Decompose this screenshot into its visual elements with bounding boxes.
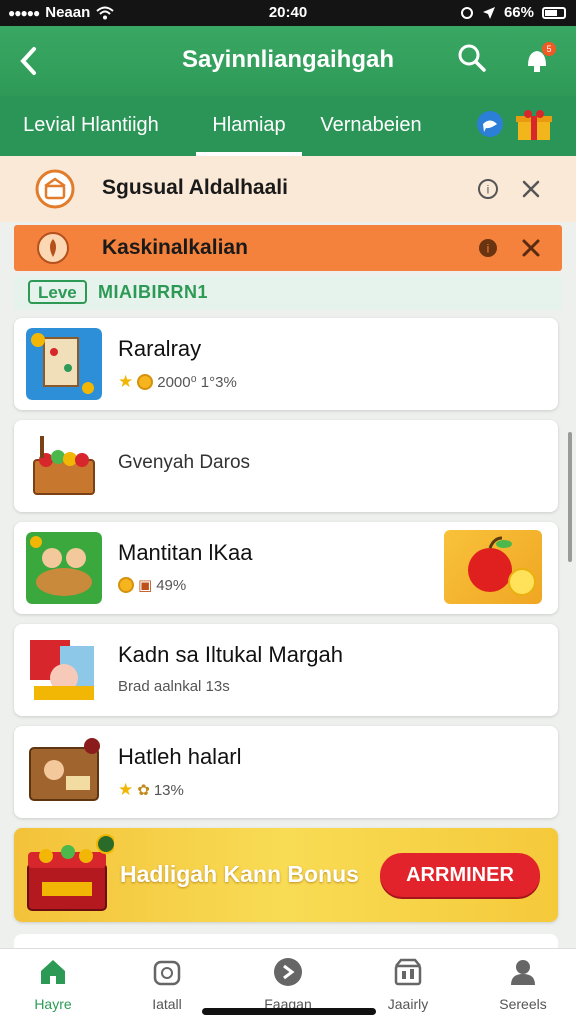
bonus-claim-button[interactable]: ARRMINER	[380, 853, 540, 897]
item-name: Kadn sa Iltukal Margah	[118, 642, 344, 667]
item-meta: Brad aalnkal 13s	[118, 678, 230, 695]
notification-badge: 5	[542, 42, 556, 56]
search-button[interactable]	[456, 42, 492, 78]
tab-levial[interactable]: Levial Hlantiigh	[16, 96, 166, 156]
svg-text:i: i	[487, 183, 490, 197]
bonus-banner[interactable]: Hadligah Kann Bonus ARRMINER	[14, 828, 558, 922]
list-item[interactable]: Hatleh halarl ★ ✿ 13%	[14, 726, 558, 818]
shop-basket-icon	[35, 169, 75, 209]
location-icon	[482, 6, 495, 19]
nav-label: Sereels	[499, 996, 547, 1012]
item-thumbnail	[26, 430, 102, 502]
gift-icon[interactable]	[514, 108, 554, 142]
treasure-chest-icon	[27, 834, 114, 911]
user-icon	[511, 960, 535, 985]
close-icon[interactable]	[518, 235, 544, 261]
item-name: Gvenyah Daros	[118, 452, 251, 473]
item-name: Hatleh halarl	[118, 744, 242, 769]
nav-home[interactable]: Hayre	[8, 957, 98, 1012]
item-thumbnail	[26, 736, 102, 808]
bonus-text: Hadligah Kann Bonus	[120, 861, 359, 887]
home-icon	[41, 960, 65, 984]
item-thumbnail	[26, 532, 102, 604]
nav-jaairly[interactable]: Jaairly	[363, 957, 453, 1012]
item-name: Mantitan lKaa	[118, 540, 253, 565]
medal-icon: ✿	[137, 782, 150, 799]
nav-profile[interactable]: Sereels	[478, 957, 568, 1012]
item-meta: 49%	[156, 576, 187, 594]
chest-icon: ▣	[138, 577, 153, 594]
play-icon	[274, 958, 302, 986]
close-icon[interactable]	[518, 176, 544, 202]
list-item[interactable]: Gvenyah Daros	[14, 420, 558, 512]
nav-faagan[interactable]: Faagan	[243, 957, 333, 1012]
item-thumbnail	[26, 634, 102, 706]
list-item[interactable]: Raralray ★ 2000⁰ 1°3%	[14, 318, 558, 410]
banner-text: Sgusual Aldalhaali	[102, 176, 288, 199]
apple-icon	[468, 536, 536, 596]
item-meta: 13%	[153, 781, 184, 799]
level-title: MIAIBIRRN1	[98, 282, 209, 302]
item-thumbnail	[26, 328, 102, 400]
status-bar: ●●●●● Neaan 20:40 66%	[0, 0, 576, 26]
nav-label: Iatall	[152, 996, 182, 1012]
item-meta: 2000⁰ 1°3%	[157, 374, 237, 391]
flame-icon	[37, 232, 69, 264]
home-indicator[interactable]	[202, 1008, 376, 1015]
notifications-button[interactable]: 5	[520, 42, 556, 78]
tab-vernabeien[interactable]: Vernabeien	[314, 96, 428, 156]
battery-icon	[542, 6, 566, 19]
info-icon[interactable]: i	[475, 176, 501, 202]
clock-icon	[153, 960, 181, 986]
star-icon: ★	[118, 372, 134, 391]
alert-banner: Kaskinalkalian i	[14, 225, 562, 271]
level-badge: Leve	[28, 280, 87, 304]
store-icon	[394, 958, 422, 986]
search-icon	[458, 44, 486, 72]
nav-install[interactable]: Iatall	[122, 957, 212, 1012]
battery-percent: 66%	[503, 4, 534, 21]
rotation-lock-icon	[460, 6, 473, 19]
coin-icon	[118, 577, 134, 593]
list-item[interactable]: Kadn sa Iltukal Margah Brad aalnkal 13s	[14, 624, 558, 716]
apple-promo-image[interactable]	[444, 530, 542, 604]
item-name: Raralray	[118, 336, 202, 361]
tab-hlamiap[interactable]: Hlamiap	[196, 96, 302, 156]
chat-icon[interactable]	[474, 108, 506, 140]
list-item[interactable]: Mantitan lKaa ▣ 49%	[14, 522, 558, 614]
app-header: Sayinnliangaihgah 5	[0, 26, 576, 96]
scrollbar[interactable]	[568, 432, 572, 562]
tab-bar: Levial Hlantiigh Hlamiap Vernabeien	[0, 96, 576, 156]
svg-text:i: i	[487, 242, 490, 256]
star-icon: ★	[118, 780, 134, 799]
coin-icon	[137, 374, 154, 390]
level-section-header: Leve MIAIBIRRN1	[14, 276, 562, 310]
nav-label: Jaairly	[387, 996, 429, 1012]
alert-text: Kaskinalkalian	[102, 236, 248, 259]
nav-label: Hayre	[34, 996, 72, 1012]
info-icon[interactable]: i	[475, 235, 501, 261]
announcement-banner: Sgusual Aldalhaali i	[0, 156, 576, 222]
